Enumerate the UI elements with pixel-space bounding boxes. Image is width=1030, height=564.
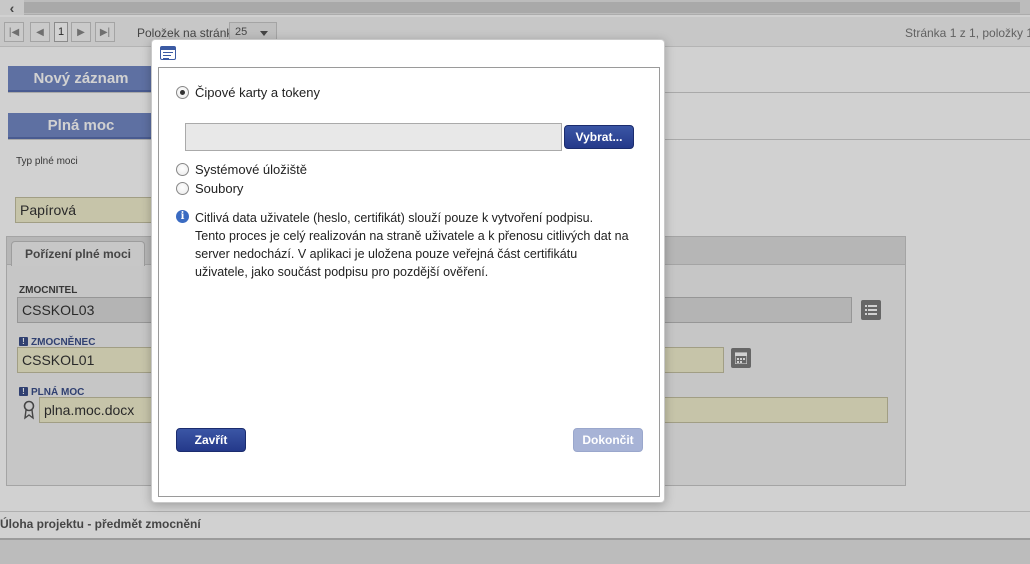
close-button[interactable]: Zavřít [176,428,246,452]
info-line: Tento proces je celý realizován na stran… [195,229,629,243]
option-files[interactable]: Soubory [176,181,243,196]
info-line: Citlivá data uživatele (heslo, certifiká… [195,211,594,225]
radio-files[interactable] [176,182,189,195]
info-line: server nedochází. V aplikaci je uložena … [195,247,578,261]
certificate-input[interactable] [185,123,562,151]
option-system-store-label: Systémové úložiště [195,162,307,177]
option-files-label: Soubory [195,181,244,196]
info-text: Citlivá data uživatele (heslo, certifiká… [195,209,655,281]
option-smartcards-label: Čipové karty a tokeny [195,85,321,100]
option-system-store[interactable]: Systémové úložiště [176,162,307,177]
info-icon: i [176,210,189,223]
radio-system-store[interactable] [176,163,189,176]
radio-smartcards[interactable] [176,86,189,99]
option-smartcards[interactable]: Čipové karty a tokeny [176,85,320,100]
dialog-body: Čipové karty a tokeny Vybrat... Systémov… [158,67,660,497]
select-button[interactable]: Vybrat... [564,125,634,149]
signature-dialog: Čipové karty a tokeny Vybrat... Systémov… [151,39,665,503]
info-line: uživatele, jako součást podpisu pro pozd… [195,265,489,279]
finish-button[interactable]: Dokončit [573,428,643,452]
dialog-icon [160,46,176,60]
